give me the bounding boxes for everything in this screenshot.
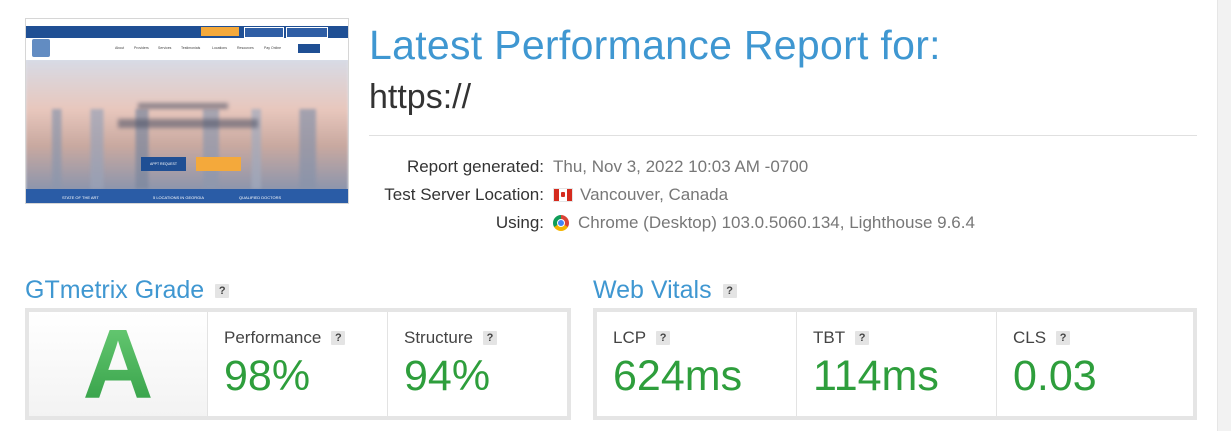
structure-metric: Structure ? 94% xyxy=(387,312,568,416)
thumbnail-nav-item: About xyxy=(115,46,125,50)
meta-using: Using: Chrome (Desktop) 103.0.5060.134, … xyxy=(369,213,1069,235)
metric-label: Structure xyxy=(404,328,473,347)
thumbnail-nav-item: Locations xyxy=(212,46,227,50)
tbt-metric: TBT ? 114ms xyxy=(796,312,997,416)
thumbnail-cta-primary: APPT REQUEST xyxy=(141,157,186,171)
metric-value: 98% xyxy=(224,352,311,400)
metric-label: LCP xyxy=(613,328,647,347)
metric-value: 624ms xyxy=(613,352,743,400)
metric-label: TBT xyxy=(813,328,846,347)
help-icon[interactable]: ? xyxy=(855,331,870,345)
section-title-text: Web Vitals xyxy=(593,276,712,304)
meta-label: Using: xyxy=(495,213,544,232)
meta-value-wrap: Vancouver, Canada xyxy=(553,185,728,205)
meta-value: Chrome (Desktop) 103.0.5060.134, Lightho… xyxy=(578,213,975,232)
metric-label-row: Performance ? xyxy=(224,328,346,348)
metric-label: CLS xyxy=(1013,328,1047,347)
thumbnail-nav-item: Resources xyxy=(237,46,254,50)
thumbnail-blurred-heading xyxy=(118,119,258,128)
thumbnail-footer-item: 5 LOCATIONS IN GEORGIA xyxy=(153,195,205,200)
meta-report-generated: Report generated: Thu, Nov 3, 2022 10:03… xyxy=(369,157,1069,179)
help-icon[interactable]: ? xyxy=(215,283,230,298)
thumbnail-blurred-heading xyxy=(138,103,228,109)
page-screenshot-thumbnail[interactable]: About Providers Services Testimonials Lo… xyxy=(25,18,349,204)
gtmetrix-grade-panel: A Performance ? 98% Structure ? 94% xyxy=(25,308,571,420)
report-url[interactable]: https:// xyxy=(369,78,471,117)
thumbnail-pill xyxy=(286,27,328,38)
thumbnail-nav-item: Testimonials xyxy=(181,46,201,50)
grade-letter-text: A xyxy=(82,308,154,419)
metric-value: 0.03 xyxy=(1013,352,1097,400)
canada-flag-icon xyxy=(553,188,573,202)
help-icon[interactable]: ? xyxy=(1056,331,1071,345)
header-divider xyxy=(369,135,1197,136)
thumbnail-logo xyxy=(32,39,50,57)
web-vitals-title: Web Vitals ? xyxy=(593,276,737,305)
metric-value: 114ms xyxy=(813,352,939,400)
section-title-text: GTmetrix Grade xyxy=(25,276,205,304)
report-title: Latest Performance Report for: xyxy=(369,22,941,68)
web-vitals-panel: LCP ? 624ms TBT ? 114ms CLS ? 0.03 xyxy=(593,308,1197,420)
performance-metric: Performance ? 98% xyxy=(207,312,388,416)
metric-label-row: LCP ? xyxy=(613,328,671,348)
grade-letter: A xyxy=(29,309,207,419)
metric-label-row: TBT ? xyxy=(813,328,870,348)
scrollbar-track[interactable] xyxy=(1217,0,1231,431)
meta-server-location: Test Server Location: Vancouver, Canada xyxy=(369,185,1069,207)
metric-label: Performance xyxy=(224,328,322,347)
thumbnail-pill xyxy=(201,27,239,36)
meta-value: Thu, Nov 3, 2022 10:03 AM -0700 xyxy=(553,157,809,176)
metric-label-row: Structure ? xyxy=(404,328,497,348)
thumbnail-nav-item: Services xyxy=(158,46,172,50)
help-icon[interactable]: ? xyxy=(656,331,671,345)
thumbnail-contact-button xyxy=(298,44,320,53)
meta-label: Test Server Location: xyxy=(384,185,544,204)
meta-value-wrap: Chrome (Desktop) 103.0.5060.134, Lightho… xyxy=(553,213,975,233)
metric-label-row: CLS ? xyxy=(1013,328,1071,348)
thumbnail-footer-item: QUALIFIED DOCTORS xyxy=(239,195,282,200)
gtmetrix-grade-title: GTmetrix Grade ? xyxy=(25,276,230,305)
thumbnail-footer-item: STATE OF THE ART xyxy=(62,195,99,200)
help-icon[interactable]: ? xyxy=(331,331,346,345)
help-icon[interactable]: ? xyxy=(722,283,737,298)
thumbnail-nav-item: Pay Online xyxy=(264,46,282,50)
chrome-icon xyxy=(553,215,569,231)
thumbnail-nav-item: Providers xyxy=(134,46,149,50)
help-icon[interactable]: ? xyxy=(482,331,497,345)
meta-label: Report generated: xyxy=(406,157,544,176)
lcp-metric: LCP ? 624ms xyxy=(597,312,797,416)
metric-value: 94% xyxy=(404,352,491,400)
thumbnail-cta-secondary xyxy=(196,157,241,171)
cls-metric: CLS ? 0.03 xyxy=(996,312,1194,416)
thumbnail-pill xyxy=(244,27,284,38)
meta-value: Vancouver, Canada xyxy=(580,185,729,204)
